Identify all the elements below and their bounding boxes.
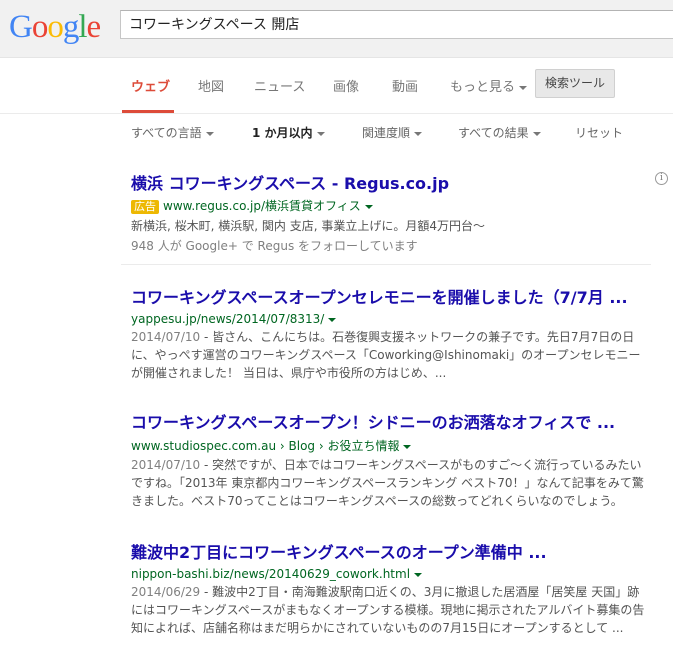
- ad-result: 横浜 コワーキングスペース - Regus.co.jp 広告 www.regus.…: [131, 170, 651, 254]
- ad-url[interactable]: www.regus.co.jp/横浜賃貸オフィス: [163, 199, 361, 213]
- result-title-link[interactable]: コワーキングスペースオープンセレモニーを開催しました（7/7月 ...: [131, 284, 651, 308]
- result-snippet: 2014/07/10 - 皆さん、こんにちは。石巻復興支援ネットワークの兼子です…: [131, 328, 651, 382]
- chevron-down-icon: [532, 131, 541, 136]
- chevron-down-icon[interactable]: [364, 204, 373, 209]
- ad-url-line: 広告 www.regus.co.jp/横浜賃貸オフィス: [131, 197, 651, 214]
- divider: [121, 264, 651, 265]
- info-icon[interactable]: i: [655, 172, 668, 185]
- filter-language-label: すべての言語: [131, 126, 202, 140]
- result-url: www.studiospec.com.au › Blog › お役立ち情報: [131, 439, 400, 453]
- ad-social-annotation: 948 人が Google+ で Regus をフォローしています: [131, 239, 418, 253]
- tab-images[interactable]: 画像: [333, 76, 359, 95]
- result-snippet: 2014/06/29 - 難波中2丁目・南海難波駅南口近くの、3月に撤退した居酒…: [131, 583, 651, 637]
- filter-results[interactable]: すべての結果: [458, 124, 541, 141]
- result-date: 2014/07/10: [131, 330, 201, 344]
- tab-more[interactable]: もっと見る: [450, 76, 528, 95]
- result-snippet-text: - 突然ですが、日本ではコワーキングスペースがものすご〜く流行っているみたいです…: [131, 458, 644, 508]
- filter-results-label: すべての結果: [458, 126, 529, 140]
- chevron-down-icon[interactable]: [414, 572, 423, 577]
- tab-web[interactable]: ウェブ: [131, 76, 170, 95]
- filter-sort[interactable]: 関連度順: [362, 124, 423, 141]
- tab-videos[interactable]: 動画: [392, 76, 418, 95]
- chevron-down-icon: [205, 131, 214, 136]
- ad-title-link[interactable]: 横浜 コワーキングスペース - Regus.co.jp: [131, 170, 651, 194]
- chevron-down-icon: [414, 131, 423, 136]
- filter-time[interactable]: 1 か月以内: [252, 124, 325, 141]
- result-date: 2014/06/29: [131, 585, 201, 599]
- tab-bar: ウェブ 地図 ニュース 画像 動画 もっと見る 検索ツール: [0, 57, 673, 114]
- search-result-3: 難波中2丁目にコワーキングスペースのオープン準備中 ... nippon-bas…: [131, 539, 651, 637]
- result-snippet-text: - 難波中2丁目・南海難波駅南口近くの、3月に撤退した居酒屋「居笑屋 天国」跡に…: [131, 585, 645, 635]
- active-tab-indicator: [122, 110, 174, 113]
- tab-more-label: もっと見る: [450, 80, 516, 95]
- search-result-1: コワーキングスペースオープンセレモニーを開催しました（7/7月 ... yapp…: [131, 284, 651, 382]
- chevron-down-icon[interactable]: [403, 444, 412, 449]
- search-result-2: コワーキングスペースオープン！シドニーのお洒落なオフィスで ... www.st…: [131, 409, 651, 510]
- search-box[interactable]: [120, 10, 673, 39]
- result-url-line: www.studiospec.com.au › Blog › お役立ち情報: [131, 437, 651, 454]
- ad-description: 新横浜, 桜木町, 横浜駅, 関内 支店, 事業立上げに。月額4万円台〜: [131, 219, 485, 233]
- result-date: 2014/07/10: [131, 458, 201, 472]
- filter-time-label: 1 か月以内: [252, 126, 313, 140]
- result-snippet-text: - 皆さん、こんにちは。石巻復興支援ネットワークの兼子です。先日7月7日の日に、…: [131, 330, 641, 380]
- header: Google: [0, 0, 673, 58]
- result-url-line: yappesu.jp/news/2014/07/8313/: [131, 312, 651, 326]
- tab-maps[interactable]: 地図: [198, 76, 224, 95]
- ad-badge: 広告: [131, 200, 159, 214]
- result-url-line: nippon-bashi.biz/news/20140629_cowork.ht…: [131, 567, 651, 581]
- tab-news[interactable]: ニュース: [254, 76, 305, 95]
- filter-language[interactable]: すべての言語: [131, 124, 214, 141]
- filter-sort-label: 関連度順: [362, 126, 411, 140]
- search-tools-button[interactable]: 検索ツール: [535, 69, 615, 98]
- result-snippet: 2014/07/10 - 突然ですが、日本ではコワーキングスペースがものすご〜く…: [131, 456, 651, 510]
- result-url: yappesu.jp/news/2014/07/8313/: [131, 312, 325, 326]
- chevron-down-icon[interactable]: [328, 317, 337, 322]
- chevron-down-icon: [316, 131, 325, 136]
- filter-bar: すべての言語 1 か月以内 関連度順 すべての結果 リセット: [0, 114, 673, 150]
- chevron-down-icon: [519, 85, 528, 90]
- result-title-link[interactable]: コワーキングスペースオープン！シドニーのお洒落なオフィスで ...: [131, 409, 651, 433]
- search-input[interactable]: [129, 16, 669, 32]
- reset-link[interactable]: リセット: [575, 124, 623, 141]
- result-url: nippon-bashi.biz/news/20140629_cowork.ht…: [131, 567, 411, 581]
- google-logo[interactable]: Google: [9, 8, 101, 46]
- result-title-link[interactable]: 難波中2丁目にコワーキングスペースのオープン準備中 ...: [131, 539, 651, 563]
